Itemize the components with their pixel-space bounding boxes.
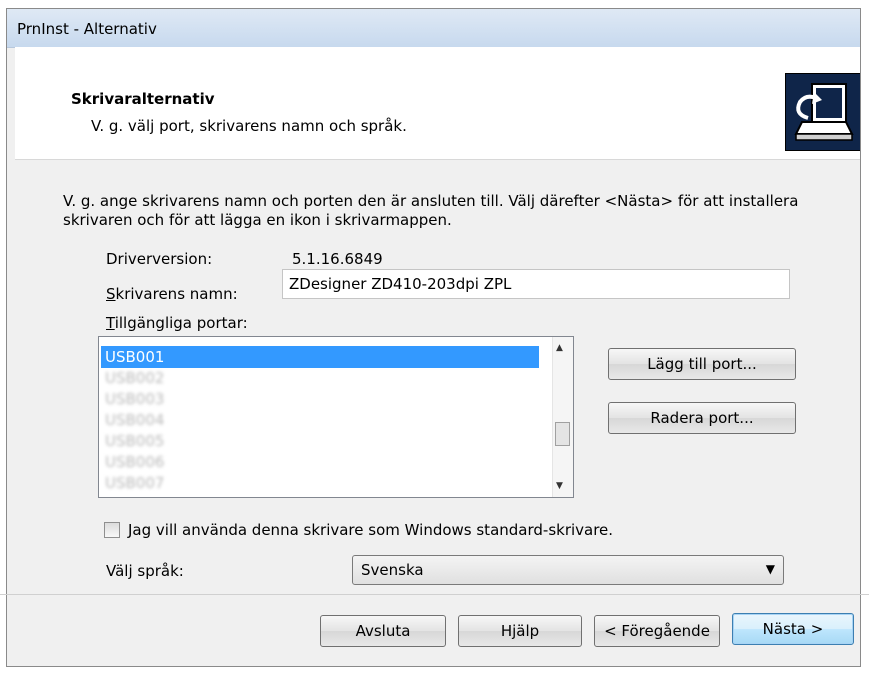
list-item[interactable]: USB005 <box>101 430 164 452</box>
printer-name-accesskey: S <box>106 285 116 303</box>
add-port-button[interactable]: Lägg till port... <box>608 348 796 380</box>
default-printer-label: Jag vill använda denna skrivare som Wind… <box>128 521 614 539</box>
printer-install-icon <box>785 73 860 151</box>
ports-label: Tillgängliga portar: <box>106 314 248 332</box>
header-title: Skrivaralternativ <box>71 90 215 108</box>
list-item[interactable]: USB002 <box>101 367 164 389</box>
cancel-button[interactable]: Avsluta <box>320 615 446 647</box>
list-item[interactable]: USB004 <box>101 409 164 431</box>
list-item[interactable]: USB007 <box>101 472 164 494</box>
ports-accesskey: T <box>106 314 115 332</box>
title-bar[interactable]: PrnInst - Alternativ <box>7 9 860 48</box>
ports-label-text: illgängliga portar: <box>114 314 248 332</box>
list-item[interactable]: USB006 <box>101 451 164 473</box>
default-printer-checkbox[interactable] <box>104 522 120 538</box>
scroll-down-icon[interactable]: ▼ <box>556 481 563 491</box>
list-item[interactable]: USB003 <box>101 388 164 410</box>
language-select[interactable]: Svenska ▼ <box>352 555 784 585</box>
scroll-up-icon[interactable]: ▲ <box>556 343 563 353</box>
language-select-value: Svenska <box>361 561 424 579</box>
help-button[interactable]: Hjälp <box>458 615 582 647</box>
next-button[interactable]: Nästa > <box>732 613 854 645</box>
header-subtitle: V. g. välj port, skrivarens namn och spr… <box>91 117 407 135</box>
printer-name-label: Skrivarens namn: <box>106 285 238 303</box>
wizard-header: Skrivaralternativ V. g. välj port, skriv… <box>15 47 860 160</box>
chevron-down-icon: ▼ <box>765 562 775 576</box>
window-title: PrnInst - Alternativ <box>17 20 157 38</box>
printer-name-label-text: krivarens namn: <box>115 285 238 303</box>
footer-divider <box>0 594 869 595</box>
intro-text: V. g. ange skrivarens namn och porten de… <box>63 192 799 229</box>
driver-version-value: 5.1.16.6849 <box>292 250 383 268</box>
ports-listbox[interactable]: USB001 USB002 USB003 USB004 USB005 USB00… <box>98 336 574 498</box>
back-button[interactable]: < Föregående <box>594 615 720 647</box>
scrollbar-thumb[interactable] <box>555 422 570 446</box>
language-label: Välj språk: <box>106 562 184 580</box>
driver-version-label: Driverversion: <box>106 250 213 268</box>
delete-port-button[interactable]: Radera port... <box>608 402 796 434</box>
printer-name-field[interactable]: ZDesigner ZD410-203dpi ZPL <box>282 269 790 299</box>
port-item-selected[interactable]: USB001 <box>101 346 539 368</box>
ports-scrollbar[interactable]: ▲ ▼ <box>552 337 573 497</box>
